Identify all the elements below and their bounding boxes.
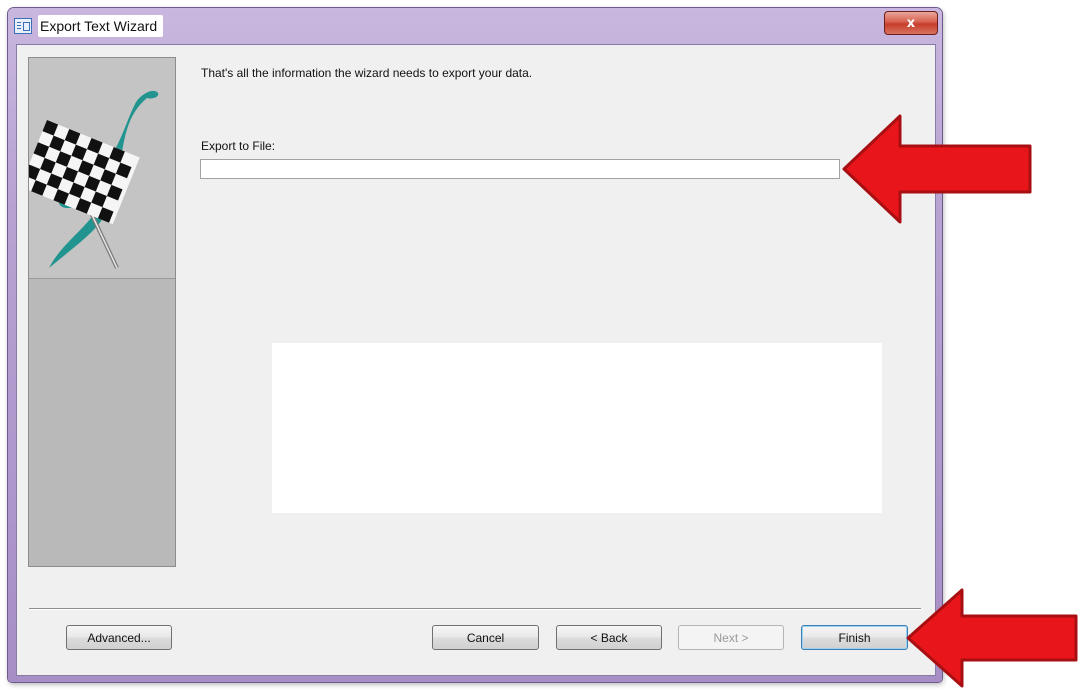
redacted-area <box>272 343 882 513</box>
export-to-file-label-text: Export to File: <box>201 139 276 153</box>
red-arrow-finish-button <box>906 588 1078 688</box>
export-text-wizard-window: Export Text Wizard x That's all the info… <box>8 8 942 682</box>
title-bar[interactable]: Export Text Wizard x <box>8 8 942 44</box>
export-to-file-label: Export to File: <box>201 139 275 153</box>
close-icon: x <box>906 15 916 31</box>
checkered-flag-image <box>20 58 175 279</box>
back-button[interactable]: < Back <box>556 625 662 650</box>
close-button[interactable]: x <box>884 11 938 35</box>
finish-button[interactable]: Finish <box>801 625 908 650</box>
wizard-window-icon <box>14 18 32 34</box>
button-separator <box>29 608 921 610</box>
red-arrow-export-field <box>842 114 1032 224</box>
wizard-body: That's all the information the wizard ne… <box>16 44 936 676</box>
next-button[interactable]: Next > <box>678 625 784 650</box>
wizard-side-panel <box>20 57 176 567</box>
wizard-intro-text: That's all the information the wizard ne… <box>201 66 533 80</box>
advanced-button[interactable]: Advanced... <box>66 625 172 650</box>
checkered-flag-icon <box>20 90 159 269</box>
cancel-button[interactable]: Cancel <box>432 625 539 650</box>
window-title: Export Text Wizard <box>38 15 164 37</box>
export-file-path-input[interactable] <box>200 159 840 179</box>
